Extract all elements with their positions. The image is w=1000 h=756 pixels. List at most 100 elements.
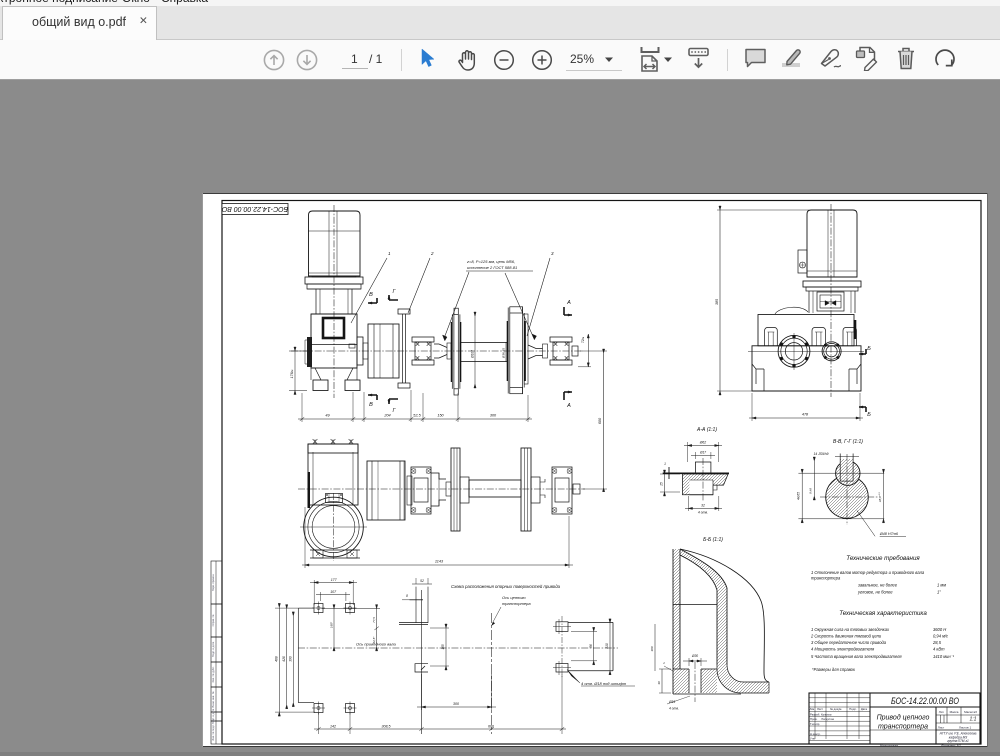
svg-text:Б: Б bbox=[867, 412, 871, 418]
svg-text:Подп. и дата: Подп. и дата bbox=[211, 708, 215, 724]
svg-text:Лоскутов: Лоскутов bbox=[820, 717, 834, 721]
svg-text:Ø48 Н7/п6: Ø48 Н7/п6 bbox=[879, 532, 899, 536]
svg-text:*Размеры для справок: *Размеры для справок bbox=[812, 667, 856, 672]
svg-text:Б: Б bbox=[867, 346, 871, 352]
svg-text:завальное, не более: завальное, не более bbox=[857, 583, 898, 588]
svg-text:150: 150 bbox=[437, 414, 444, 418]
svg-text:300: 300 bbox=[453, 702, 459, 706]
svg-text:Подп. и дата: Подп. и дата bbox=[211, 641, 215, 657]
svg-text:Пров.: Пров. bbox=[810, 717, 818, 721]
svg-text:300: 300 bbox=[490, 414, 497, 418]
svg-text:48,8+0,1: 48,8+0,1 bbox=[878, 491, 882, 502]
svg-text:308,5: 308,5 bbox=[382, 725, 391, 729]
svg-text:56: 56 bbox=[589, 644, 593, 648]
svg-text:3600 Н: 3600 Н bbox=[933, 627, 946, 632]
svg-text:2: 2 bbox=[430, 251, 434, 256]
svg-text:1:1: 1:1 bbox=[970, 717, 977, 723]
svg-text:В: В bbox=[369, 402, 373, 408]
svg-text:160*: 160* bbox=[329, 621, 333, 628]
svg-text:1: 1 bbox=[664, 462, 666, 466]
svg-text:49: 49 bbox=[325, 414, 330, 418]
svg-text:Изм.: Изм. bbox=[809, 707, 815, 711]
svg-text:52,5: 52,5 bbox=[413, 414, 421, 418]
svg-text:1143: 1143 bbox=[435, 560, 444, 564]
svg-text:Масштаб: Масштаб bbox=[964, 710, 977, 714]
svg-text:Б-Б (1:1): Б-Б (1:1) bbox=[703, 537, 723, 543]
svg-text:210: 210 bbox=[605, 643, 609, 650]
svg-text:БОС-14.22.00.00 ВО: БОС-14.22.00.00 ВО bbox=[221, 205, 288, 212]
svg-text:77,5: 77,5 bbox=[372, 617, 376, 623]
svg-text:Ø107: Ø107 bbox=[471, 350, 475, 359]
svg-text:транспортера: транспортера bbox=[878, 724, 928, 731]
svg-text:Т.контр.: Т.контр. bbox=[810, 722, 820, 726]
svg-text:72дв: 72дв bbox=[581, 336, 585, 343]
svg-text:Ось цепного: Ось цепного bbox=[502, 595, 526, 600]
svg-text:Лист: Лист bbox=[817, 707, 824, 711]
svg-text:385: 385 bbox=[715, 299, 719, 305]
svg-text:Лит.: Лит. bbox=[939, 710, 945, 714]
svg-text:390: 390 bbox=[289, 656, 293, 662]
svg-text:Листов 1: Листов 1 bbox=[959, 726, 972, 730]
svg-text:1 Окружная сила на тяговых зве: 1 Окружная сила на тяговых звездочках bbox=[811, 627, 890, 632]
svg-text:угловое, не более: угловое, не более bbox=[857, 590, 893, 595]
svg-text:Ось приводного вала: Ось приводного вала bbox=[356, 642, 397, 647]
svg-text:4 отв. Ø18 под штифт: 4 отв. Ø18 под штифт bbox=[581, 681, 627, 686]
svg-text:Ø62: Ø62 bbox=[699, 441, 707, 445]
svg-text:107: 107 bbox=[330, 590, 337, 594]
svg-text:4 Мощность электродвигателя: 4 Мощность электродвигателя bbox=[811, 647, 875, 652]
svg-text:№ докум.: № докум. bbox=[830, 707, 843, 711]
svg-text:4 отв.: 4 отв. bbox=[698, 511, 708, 515]
svg-text:468: 468 bbox=[275, 656, 279, 662]
svg-text:Ø36,35: Ø36,35 bbox=[502, 348, 506, 359]
svg-text:Перв. примен.: Перв. примен. bbox=[211, 574, 215, 592]
svg-text:2 Скорость движения тяговой це: 2 Скорость движения тяговой цепи bbox=[810, 634, 882, 639]
svg-text:1°: 1° bbox=[937, 590, 941, 595]
svg-text:z=8, P=125 мм, цепь М56,: z=8, P=125 мм, цепь М56, bbox=[466, 259, 515, 264]
svg-text:1 Отклонение валов мотор-редук: 1 Отклонение валов мотор-редуктора и при… bbox=[811, 570, 925, 575]
svg-text:транспортера: транспортера bbox=[811, 576, 841, 581]
svg-text:4 отв.: 4 отв. bbox=[669, 707, 679, 711]
svg-text:3: 3 bbox=[551, 251, 554, 256]
svg-text:32: 32 bbox=[701, 504, 705, 508]
svg-text:А: А bbox=[566, 403, 571, 409]
svg-text:Взам. инв. №: Взам. инв. № bbox=[211, 691, 215, 707]
svg-text:Формат А1: Формат А1 bbox=[941, 744, 961, 747]
svg-text:Технические требования: Технические требования bbox=[846, 555, 920, 562]
svg-text:Ø17: Ø17 bbox=[699, 451, 706, 455]
svg-text:28,5: 28,5 bbox=[932, 640, 942, 645]
svg-text:Утв.: Утв. bbox=[810, 737, 816, 741]
svg-text:Привод цепного: Привод цепного bbox=[877, 714, 930, 722]
svg-text:Подп.: Подп. bbox=[849, 707, 857, 711]
svg-text:Ø30: Ø30 bbox=[691, 654, 698, 658]
svg-text:5 Частота вращения вала электр: 5 Частота вращения вала электродвигателя bbox=[811, 654, 902, 659]
svg-text:Разраб.: Разраб. bbox=[810, 712, 820, 716]
svg-text:1: 1 bbox=[388, 251, 391, 256]
svg-text:группа 07М-з1: группа 07М-з1 bbox=[947, 739, 969, 743]
svg-text:Копировал: Копировал bbox=[880, 744, 898, 747]
svg-text:44,65: 44,65 bbox=[797, 492, 801, 500]
svg-text:478: 478 bbox=[802, 413, 809, 417]
svg-text:30: 30 bbox=[657, 681, 661, 685]
svg-text:1 мм: 1 мм bbox=[937, 583, 946, 588]
svg-text:600: 600 bbox=[598, 417, 602, 424]
svg-text:177: 177 bbox=[331, 578, 338, 582]
svg-text:600: 600 bbox=[488, 725, 494, 729]
svg-text:8: 8 bbox=[406, 594, 408, 598]
svg-text:Лист: Лист bbox=[938, 726, 945, 730]
svg-text:25: 25 bbox=[660, 482, 664, 487]
svg-text:А: А bbox=[566, 300, 571, 306]
svg-text:Г: Г bbox=[393, 289, 397, 295]
svg-text:426: 426 bbox=[282, 656, 286, 662]
svg-text:Масса: Масса bbox=[950, 710, 959, 714]
svg-text:транспортера: транспортера bbox=[502, 601, 531, 606]
svg-text:Техническая характеристика: Техническая характеристика bbox=[839, 610, 927, 617]
svg-text:Схема расположения опорных пов: Схема расположения опорных поверхностей … bbox=[451, 584, 561, 589]
svg-text:142: 142 bbox=[330, 725, 336, 729]
svg-text:А-А (1:1): А-А (1:1) bbox=[696, 427, 717, 433]
svg-text:52: 52 bbox=[420, 579, 424, 583]
svg-text:Куликов: Куликов bbox=[821, 712, 832, 716]
svg-text:165: 165 bbox=[441, 644, 445, 650]
svg-text:204: 204 bbox=[383, 414, 390, 418]
svg-text:1: 1 bbox=[663, 661, 665, 665]
svg-text:Справ. №: Справ. № bbox=[211, 614, 215, 626]
